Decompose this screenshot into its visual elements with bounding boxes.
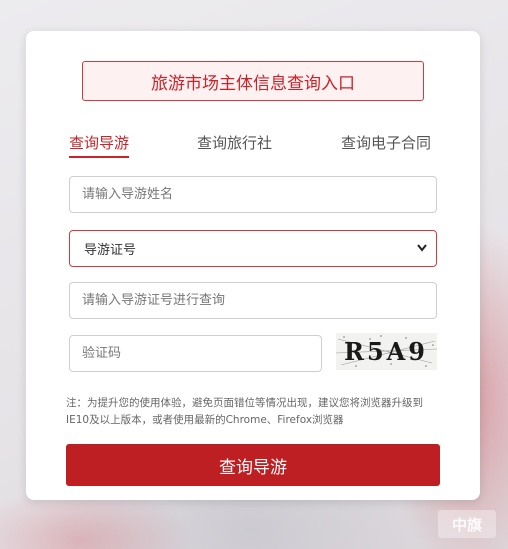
chevron-down-icon <box>417 244 427 252</box>
guide-name-input[interactable] <box>69 176 437 213</box>
id-type-selected-value: 导游证号 <box>84 243 137 258</box>
tab-query-agency[interactable]: 查询旅行社 <box>197 132 272 153</box>
page-title: 旅游市场主体信息查询入口 <box>82 61 424 101</box>
guide-id-input[interactable] <box>69 282 437 319</box>
tab-query-e-contract[interactable]: 查询电子合同 <box>341 132 431 153</box>
id-type-select[interactable]: 导游证号 <box>69 230 437 267</box>
query-card: 旅游市场主体信息查询入口 查询导游 查询旅行社 查询电子合同 导游证号 <box>26 31 480 500</box>
tab-query-guide[interactable]: 查询导游 <box>69 132 130 158</box>
captcha-input[interactable] <box>69 335 322 372</box>
browser-notice: 注：为提升您的使用体验，避免页面错位等情况出现，建议您将浏览器升级到IE10及以… <box>66 397 423 426</box>
captcha-image[interactable]: R5A9 <box>336 333 437 370</box>
watermark-logo: 中旗 <box>438 510 496 538</box>
captcha-text: R5A9 <box>344 337 428 366</box>
query-tabs: 查询导游 查询旅行社 查询电子合同 <box>69 132 439 158</box>
query-guide-button[interactable]: 查询导游 <box>66 444 440 486</box>
